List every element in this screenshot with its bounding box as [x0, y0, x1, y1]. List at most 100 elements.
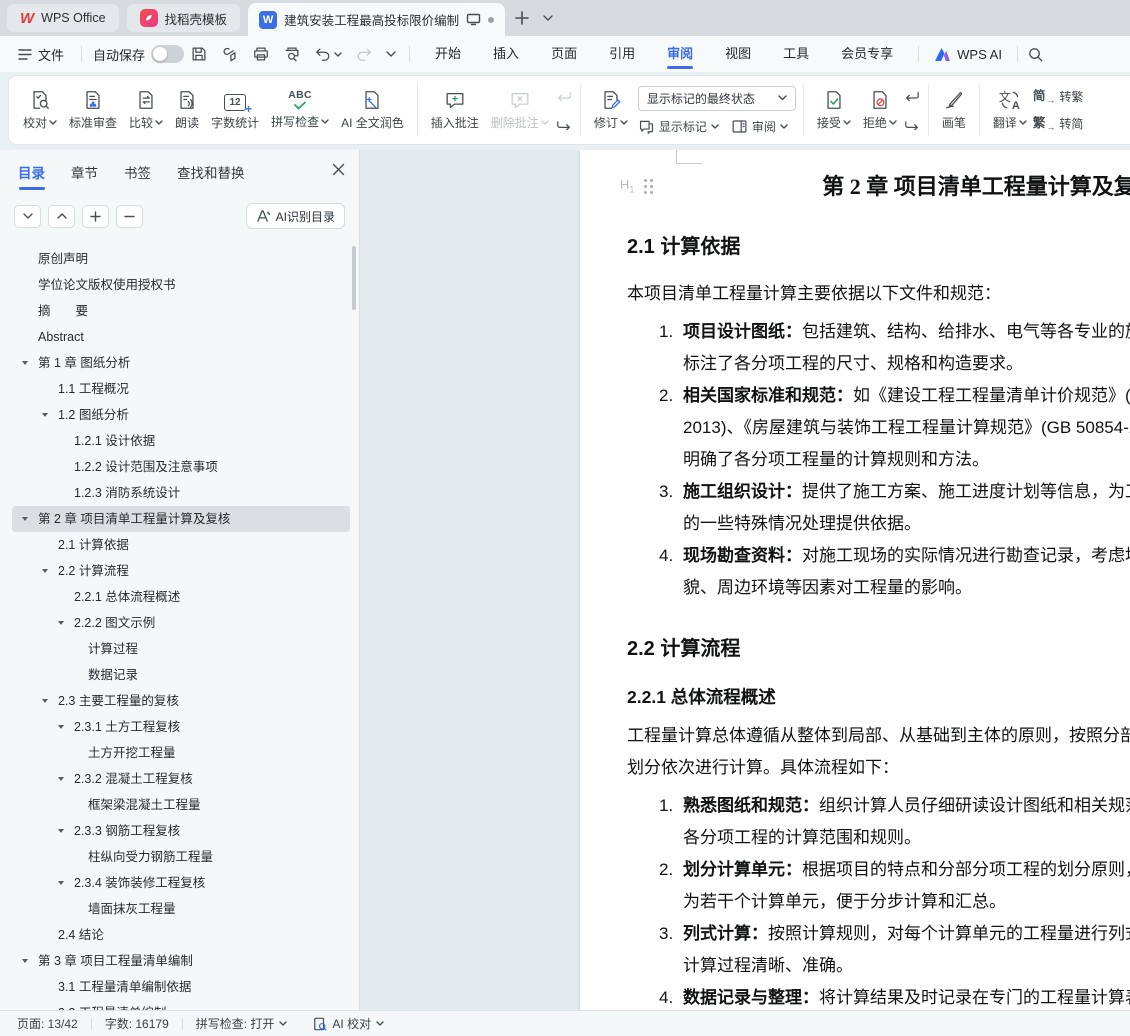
word-count-indicator[interactable]: 字数: 16179: [92, 1015, 182, 1032]
next-change-icon[interactable]: [903, 114, 921, 130]
toc-item[interactable]: 墙面抹灰工程量: [12, 896, 350, 922]
doc-line[interactable]: 貌、周边环境等因素对工程量的影响。: [627, 572, 1130, 604]
sidebar-tab[interactable]: 书签: [124, 162, 151, 182]
toc-item[interactable]: 2.4 结论: [12, 922, 350, 948]
expand-all-button[interactable]: [14, 205, 41, 228]
toc-item[interactable]: 2.3.2 混凝土工程复核: [12, 766, 350, 792]
collapse-arrow-icon[interactable]: [42, 413, 48, 417]
doc-line[interactable]: 3.施工组织设计：提供了施工方案、施工进度计划等信息，为工程量计算中: [627, 476, 1130, 508]
document-page[interactable]: H1 第 2 章 项目清单工程量计算及复核 2.1 计算依据 本项目清单工程量计…: [580, 150, 1130, 1010]
doc-line[interactable]: 4.数据记录与整理：将计算结果及时记录在专门的工程量计算表格中，并: [627, 982, 1130, 1010]
collapse-arrow-icon[interactable]: [42, 569, 48, 573]
undo-button[interactable]: [314, 46, 342, 62]
collapse-arrow-icon[interactable]: [58, 777, 64, 781]
doc-line[interactable]: 2013)、《房屋建筑与装饰工程工程量计算规范》(GB 50854-2013)等…: [627, 412, 1130, 444]
doc-line[interactable]: 4.现场勘查资料：对施工现场的实际情况进行勘查记录，考虑地形地: [627, 540, 1130, 572]
toc-item[interactable]: 2.3 主要工程量的复核: [12, 688, 350, 714]
menu-tab[interactable]: 审阅: [651, 36, 709, 72]
toc-item[interactable]: 2.3.4 装饰装修工程复核: [12, 870, 350, 896]
show-markup-button[interactable]: 显示标记: [638, 118, 719, 135]
track-changes-button[interactable]: 修订: [588, 86, 634, 134]
tab-docer-templates[interactable]: 找稻壳模板: [127, 4, 241, 32]
page-indicator[interactable]: 页面: 13/42: [4, 1015, 91, 1032]
doc-line[interactable]: 3.列式计算：按照计算规则，对每个计算单元的工程量进行列式计算，确保: [627, 918, 1130, 950]
collapse-arrow-icon[interactable]: [22, 959, 28, 963]
word-count-button[interactable]: 12+ 字数统计: [205, 87, 265, 134]
markup-state-select[interactable]: 显示标记的最终状态: [638, 86, 796, 111]
sidebar-tab[interactable]: 目录: [18, 162, 45, 182]
toc-item[interactable]: 土方开挖工程量: [12, 740, 350, 766]
ai-recognize-toc-button[interactable]: AI识别目录: [246, 203, 345, 229]
toc-item[interactable]: 2.2.1 总体流程概述: [12, 584, 350, 610]
menu-tab[interactable]: 会员专享: [825, 36, 909, 72]
toc-item[interactable]: 2.3.1 土方工程复核: [12, 714, 350, 740]
doc-line[interactable]: 标注了各分项工程的尺寸、规格和构造要求。: [627, 348, 1130, 380]
doc-line[interactable]: 划分依次进行计算。具体流程如下：: [627, 752, 1130, 784]
collapse-arrow-icon[interactable]: [42, 699, 48, 703]
sidebar-tab[interactable]: 查找和替换: [177, 162, 245, 182]
tab-document[interactable]: W 建筑安装工程最高投标限价编制: [248, 3, 505, 36]
drag-handle-icon[interactable]: [644, 179, 647, 182]
collapse-arrow-icon[interactable]: [22, 517, 28, 521]
export-icon[interactable]: [221, 45, 239, 63]
print-preview-icon[interactable]: [283, 45, 301, 63]
spell-check-button[interactable]: ABC 拼写检查: [265, 87, 335, 134]
doc-line[interactable]: 2.划分计算单元：根据项目的特点和分部分项工程的划分原则，将项目划分: [627, 854, 1130, 886]
screen-share-icon[interactable]: [466, 13, 481, 26]
toc-item[interactable]: 2.3.3 钢筋工程复核: [12, 818, 350, 844]
new-tab-button[interactable]: [509, 5, 535, 31]
menu-tab[interactable]: 插入: [477, 36, 535, 72]
save-icon[interactable]: [190, 45, 208, 63]
toc-item[interactable]: 1.2 图纸分析: [12, 402, 350, 428]
toc-item[interactable]: 1.2.1 设计依据: [12, 428, 350, 454]
proofread-button[interactable]: 校对: [17, 86, 63, 134]
menu-tab[interactable]: 视图: [709, 36, 767, 72]
insert-comment-button[interactable]: 插入批注: [425, 86, 485, 134]
file-menu[interactable]: 文件: [10, 45, 72, 64]
menu-tab[interactable]: 页面: [535, 36, 593, 72]
toc-item[interactable]: 数据记录: [12, 662, 350, 688]
toc-item[interactable]: 1.2.3 消防系统设计: [12, 480, 350, 506]
autosave-toggle[interactable]: [151, 45, 184, 63]
toc-item[interactable]: 2.1 计算依据: [12, 532, 350, 558]
doc-line[interactable]: 的一些特殊情况处理提供依据。: [627, 508, 1130, 540]
toc-item[interactable]: 摘 要: [12, 298, 350, 324]
menu-tab[interactable]: 引用: [593, 36, 651, 72]
doc-line[interactable]: 2.相关国家标准和规范：如《建设工程工程量清单计价规范》(GB 50500-: [627, 380, 1130, 412]
toc-item[interactable]: 原创声明: [12, 246, 350, 272]
collapse-arrow-icon[interactable]: [22, 361, 28, 365]
spell-check-status[interactable]: 拼写检查: 打开: [183, 1015, 301, 1032]
standard-review-button[interactable]: 标准审查: [63, 86, 123, 134]
traditional-to-simplified-button[interactable]: 繁→ 转简: [1033, 115, 1084, 132]
toc-item[interactable]: 第 3 章 项目工程量清单编制: [12, 948, 350, 974]
toc-item[interactable]: 第 2 章 项目清单工程量计算及复核: [12, 506, 350, 532]
doc-line[interactable]: 各分项工程的计算范围和规则。: [627, 822, 1130, 854]
read-aloud-button[interactable]: 朗读: [169, 86, 205, 134]
menu-tab[interactable]: 开始: [419, 36, 477, 72]
doc-line[interactable]: 计算过程清晰、准确。: [627, 950, 1130, 982]
sidebar-tab[interactable]: 章节: [71, 162, 98, 182]
toc-item[interactable]: 3.2 工程量清单编制: [12, 1000, 350, 1010]
ai-polish-button[interactable]: AI 全文润色: [335, 86, 410, 134]
doc-line[interactable]: 本项目清单工程量计算主要依据以下文件和规范：: [627, 278, 1130, 310]
toc-item[interactable]: 2.2 计算流程: [12, 558, 350, 584]
compare-button[interactable]: 比较: [123, 86, 169, 134]
doc-line[interactable]: 为若干个计算单元，便于分步计算和汇总。: [627, 886, 1130, 918]
simplified-to-traditional-button[interactable]: 简→ 转繁: [1033, 88, 1084, 105]
toc-item[interactable]: 柱纵向受力钢筋工程量: [12, 844, 350, 870]
wps-ai-button[interactable]: WPS AI: [928, 47, 1008, 62]
review-pane-button[interactable]: 审阅: [731, 118, 788, 135]
collapse-arrow-icon[interactable]: [58, 829, 64, 833]
heading-level-badge[interactable]: H1: [620, 177, 647, 195]
collapse-arrow-icon[interactable]: [58, 881, 64, 885]
collapse-all-button[interactable]: [48, 205, 75, 228]
ai-proofread-status[interactable]: AI 校对: [300, 1015, 397, 1032]
zoom-out-button[interactable]: [116, 205, 143, 228]
collapse-arrow-icon[interactable]: [58, 621, 64, 625]
tab-list-chevron[interactable]: [535, 5, 561, 31]
collapse-arrow-icon[interactable]: [58, 725, 64, 729]
doc-line[interactable]: 工程量计算总体遵循从整体到局部、从基础到主体的原则，按照分部分项工程的: [627, 720, 1130, 752]
doc-line[interactable]: 2.1 计算依据: [627, 230, 1130, 264]
close-sidebar-icon[interactable]: [332, 163, 345, 176]
doc-line[interactable]: 2.2 计算流程: [627, 632, 1130, 666]
